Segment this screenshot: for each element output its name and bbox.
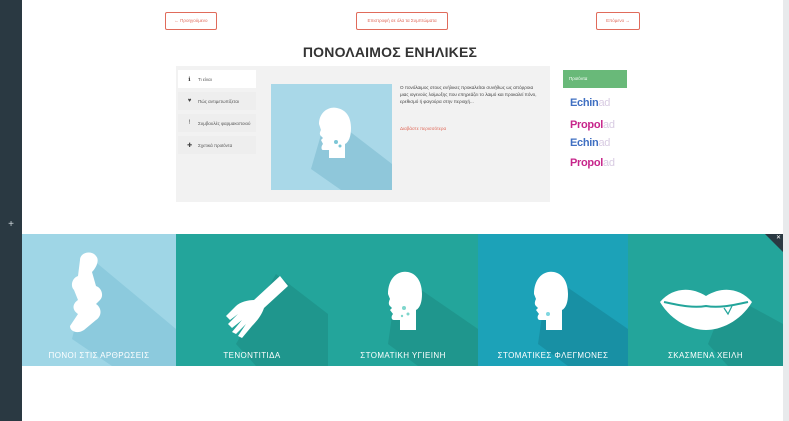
page-title: ΠΟΝΟΛΑΙΜΟΣ ΕΝΗΛΙΚΕΣ	[302, 44, 478, 60]
tile-chapped-lips[interactable]: ΣΚΑΣΜΕΝΑ ΧΕΙΛΗ ✕	[628, 234, 783, 366]
hand-icon	[226, 274, 328, 366]
all-symptoms-button[interactable]: Επιστροφή σε όλα τα Συμπτώματα	[356, 12, 448, 30]
tile-tendonitis[interactable]: ΤΕΝΟΝΤΙΤΙΔΑ	[176, 234, 328, 366]
symptom-tiles: ΠΟΝΟΙ ΣΤΙΣ ΑΡΘΡΩΣΕΙΣ ΤΕΝΟΝΤΙΤΙΔΑ ΣΤΟΜΑΤΙ…	[22, 234, 783, 366]
head-icon	[388, 271, 478, 366]
article-description: Ο πονόλαιμος στους ενήλικες προκαλείται …	[400, 85, 537, 104]
left-sidebar: +	[0, 0, 22, 421]
tile-label: ΣΤΟΜΑΤΙΚΗ ΥΓΙΕΙΝΗ	[360, 351, 446, 360]
menu-item-label: Συμβουλές φαρμακοποιού	[198, 120, 251, 126]
sore-throat-image	[271, 84, 392, 190]
head-icon	[534, 271, 628, 366]
menu-item-treatment[interactable]: ♥ Πώς αντιμετωπίζεται	[178, 92, 256, 110]
joint-icon	[70, 252, 176, 366]
tile-oral-inflammation[interactable]: ΣΤΟΜΑΤΙΚΕΣ ΦΛΕΓΜΟΝΕΣ	[478, 234, 628, 366]
info-icon: ℹ	[188, 76, 191, 83]
tile-label: ΣΚΑΣΜΕΝΑ ΧΕΙΛΗ	[667, 351, 744, 360]
menu-item-label: Σχετικά προϊόντα	[198, 142, 233, 148]
sidebar-toggle-icon[interactable]: +	[6, 220, 16, 230]
next-button[interactable]: Επόμενο →	[596, 12, 640, 30]
lips-icon	[660, 289, 783, 366]
menu-item-label: Τι είναι	[198, 76, 212, 82]
menu-item-what-is[interactable]: ℹ Τι είναι	[178, 70, 256, 88]
propolad-logo-2[interactable]: Propolad	[570, 157, 615, 169]
section-menu: ℹ Τι είναι ♥ Πώς αντιμετωπίζεται ! Συμβο…	[178, 70, 256, 158]
tile-label: ΠΟΝΟΙ ΣΤΙΣ ΑΡΘΡΩΣΕΙΣ	[48, 351, 150, 360]
tile-oral-hygiene[interactable]: ΣΤΟΜΑΤΙΚΗ ΥΓΙΕΙΝΗ	[328, 234, 478, 366]
heart-icon: ♥	[187, 98, 192, 104]
products-header: Προϊόντα	[563, 70, 627, 88]
tile-joint-pain[interactable]: ΠΟΝΟΙ ΣΤΙΣ ΑΡΘΡΩΣΕΙΣ	[22, 234, 176, 366]
tile-label: ΤΕΝΟΝΤΙΤΙΔΑ	[223, 351, 281, 360]
propolad-logo-1[interactable]: Propolad	[570, 119, 615, 131]
menu-item-label: Πώς αντιμετωπίζεται	[198, 98, 239, 104]
previous-button[interactable]: ← Προηγούμενο	[165, 12, 217, 30]
menu-item-advice[interactable]: ! Συμβουλές φαρμακοποιού	[178, 114, 256, 132]
menu-item-products[interactable]: ✚ Σχετικά προϊόντα	[178, 136, 256, 154]
product-icon: ✚	[186, 142, 193, 149]
read-more-link[interactable]: Διαβάστε περισσότερα	[400, 126, 446, 131]
close-icon[interactable]: ✕	[776, 235, 781, 241]
tile-label: ΣΤΟΜΑΤΙΚΕΣ ΦΛΕΓΜΟΝΕΣ	[497, 351, 609, 360]
right-edge	[783, 0, 789, 421]
tip-icon: !	[188, 120, 191, 126]
echinad-logo-2[interactable]: Echinad	[570, 137, 610, 149]
echinad-logo-1[interactable]: Echinad	[570, 97, 610, 109]
